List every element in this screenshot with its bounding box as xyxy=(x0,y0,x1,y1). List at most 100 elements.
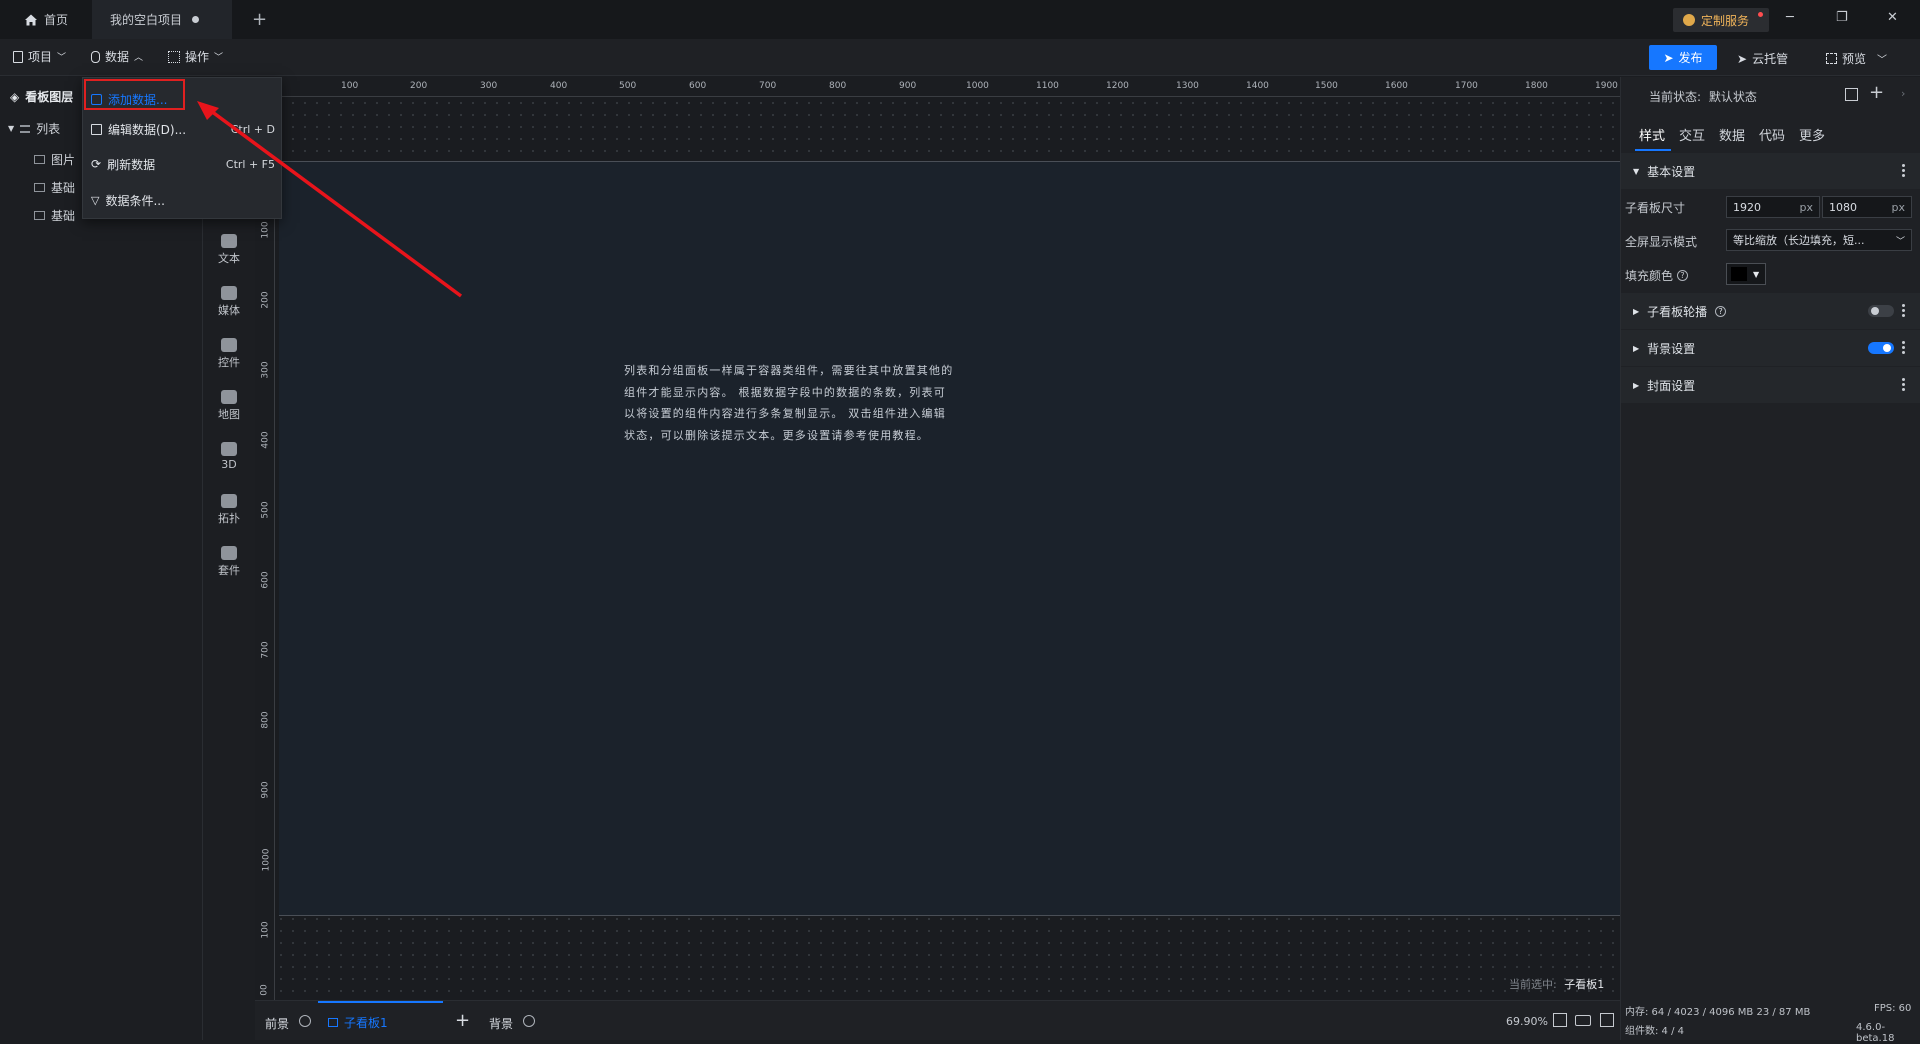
more-options-icon[interactable] xyxy=(1902,164,1905,178)
ruler-tick: 300 xyxy=(260,361,271,379)
component-3d[interactable]: 3D xyxy=(203,442,255,471)
menu-data[interactable]: 数据 ︿ xyxy=(91,48,143,65)
preview-button[interactable]: 预览 ﹀ xyxy=(1826,50,1887,67)
notify-dot-icon xyxy=(1758,12,1763,17)
chevron-down-icon: ﹀ xyxy=(214,53,224,63)
control-icon xyxy=(221,338,237,352)
layers-icon: ◈ xyxy=(10,89,20,104)
image-icon xyxy=(34,155,45,164)
chevron-down-icon: ﹀ xyxy=(1895,236,1905,247)
component-kit[interactable]: 套件 xyxy=(203,546,255,578)
layer-label: 列表 xyxy=(36,122,61,136)
fill-color-picker[interactable]: ▼ xyxy=(1726,263,1766,285)
ruler-tick: 1000 xyxy=(261,848,272,872)
chevron-down-icon: ﹀ xyxy=(1877,55,1888,66)
tab-indicator xyxy=(1635,149,1671,151)
component-map[interactable]: 地图 xyxy=(203,390,255,422)
current-state: 当前状态: 默认状态 xyxy=(1649,88,1757,105)
layer-item-basic[interactable]: 基础 xyxy=(34,207,75,224)
menu-ops[interactable]: 操作 ﹀ xyxy=(168,48,223,65)
background-label: 背景 xyxy=(489,1017,514,1031)
fps-status: FPS: 60 xyxy=(1874,1003,1912,1014)
color-swatch xyxy=(1731,267,1747,281)
restore-button[interactable]: ❐ xyxy=(1836,10,1848,25)
version-label: 4.6.0-beta.18 xyxy=(1856,1022,1895,1044)
menu-ops-label: 操作 xyxy=(185,50,210,64)
menu-project[interactable]: 项目 ﹀ xyxy=(13,48,66,65)
coin-icon xyxy=(1683,14,1695,26)
tab-style[interactable]: 样式 xyxy=(1639,125,1665,144)
tab-code[interactable]: 代码 xyxy=(1759,125,1785,144)
fullscreen-mode-select[interactable]: 等比缩放（长边填充，短... ﹀ xyxy=(1726,229,1912,251)
background-settings-header[interactable]: ▶ 背景设置 xyxy=(1621,330,1920,366)
more-options-icon[interactable] xyxy=(1902,378,1905,392)
minimize-button[interactable]: ─ xyxy=(1786,10,1794,25)
home-icon xyxy=(25,14,37,25)
chevron-down-icon: ﹀ xyxy=(57,53,67,63)
help-icon: ? xyxy=(1677,270,1689,281)
carousel-header[interactable]: ▶ 子看板轮播 ? xyxy=(1621,293,1920,329)
fit-screen-icon[interactable] xyxy=(1553,1013,1567,1027)
add-circle-icon[interactable] xyxy=(299,1015,312,1027)
board-width-input[interactable]: 1920 px xyxy=(1726,196,1820,218)
menu-data-label: 数据 xyxy=(105,50,130,64)
board-height-input[interactable]: 1080 px xyxy=(1822,196,1912,218)
layer-item-basic[interactable]: 基础 xyxy=(34,179,75,196)
component-control[interactable]: 控件 xyxy=(203,338,255,370)
sub-board[interactable] xyxy=(279,161,1620,916)
board-width-value: 1920 xyxy=(1733,200,1761,214)
carousel-label: 子看板轮播 xyxy=(1647,304,1708,319)
layer-item-list[interactable]: ▼ 列表 xyxy=(8,120,60,137)
keyboard-icon[interactable] xyxy=(1575,1015,1591,1026)
layer-item-image[interactable]: 图片 xyxy=(34,151,75,168)
ruler-top: 100 200 300 400 500 600 700 800 900 1000… xyxy=(255,77,1620,97)
tab-home[interactable]: 首页 xyxy=(12,0,92,39)
ruler-tick: 1600 xyxy=(1385,81,1408,91)
background-settings-label: 背景设置 xyxy=(1647,341,1696,356)
new-tab-button[interactable]: + xyxy=(240,0,279,39)
toggle-knob xyxy=(1883,344,1891,352)
current-selected-value: 子看板1 xyxy=(1564,978,1605,991)
add-state-button[interactable]: + xyxy=(1869,82,1884,103)
sub-board-tab[interactable]: 子看板1 xyxy=(318,1001,443,1041)
carousel-toggle[interactable] xyxy=(1868,305,1894,317)
edit-state-icon[interactable] xyxy=(1845,88,1858,101)
add-board-button[interactable]: + xyxy=(455,1010,470,1031)
cover-settings-header[interactable]: ▶ 封面设置 xyxy=(1621,367,1920,403)
publish-button[interactable]: ➤ 发布 xyxy=(1649,45,1717,70)
tab-interaction[interactable]: 交互 xyxy=(1679,125,1705,144)
send-icon: ➤ xyxy=(1737,51,1748,66)
tab-more[interactable]: 更多 xyxy=(1799,125,1825,144)
foreground-tab[interactable]: 前景 xyxy=(265,1015,312,1032)
ruler-tick: 1000 xyxy=(966,81,989,91)
ruler-tick: 1900 xyxy=(1595,81,1618,91)
current-selected: 当前选中: 子看板1 xyxy=(1509,976,1604,992)
background-toggle[interactable] xyxy=(1868,342,1894,354)
add-circle-icon[interactable] xyxy=(523,1015,536,1027)
menu-project-label: 项目 xyxy=(28,50,53,64)
ruler-tick: 1500 xyxy=(1315,81,1338,91)
basic-settings-label: 基本设置 xyxy=(1647,164,1696,179)
cloud-hosting-button[interactable]: ➤ 云托管 xyxy=(1737,50,1788,67)
more-options-icon[interactable] xyxy=(1902,304,1905,318)
zoom-level[interactable]: 69.90% xyxy=(1506,1015,1548,1028)
background-tab[interactable]: 背景 xyxy=(489,1015,536,1032)
chevron-up-icon: ︿ xyxy=(134,53,144,63)
custom-service-button[interactable]: 定制服务 xyxy=(1673,8,1769,32)
help-icon: ? xyxy=(1715,305,1727,317)
close-button[interactable]: ✕ xyxy=(1887,10,1898,25)
caret-right-icon: ▶ xyxy=(1633,343,1640,353)
ruler-tick: 400 xyxy=(260,431,271,449)
tab-project[interactable]: 我的空白项目 xyxy=(92,0,232,39)
tab-data[interactable]: 数据 xyxy=(1719,125,1745,144)
ruler-tick: 700 xyxy=(759,81,777,91)
terminal-icon[interactable] xyxy=(1600,1013,1614,1027)
sub-board-label: 子看板1 xyxy=(344,1015,388,1030)
current-state-label: 当前状态: xyxy=(1649,90,1702,104)
more-options-icon[interactable] xyxy=(1902,341,1905,355)
chevron-right-icon[interactable]: › xyxy=(1901,87,1905,100)
cube-icon xyxy=(221,442,237,456)
basic-settings-header[interactable]: ▼ 基本设置 xyxy=(1621,153,1920,189)
text-box-icon xyxy=(34,183,45,192)
component-topology[interactable]: 拓扑 xyxy=(203,494,255,526)
